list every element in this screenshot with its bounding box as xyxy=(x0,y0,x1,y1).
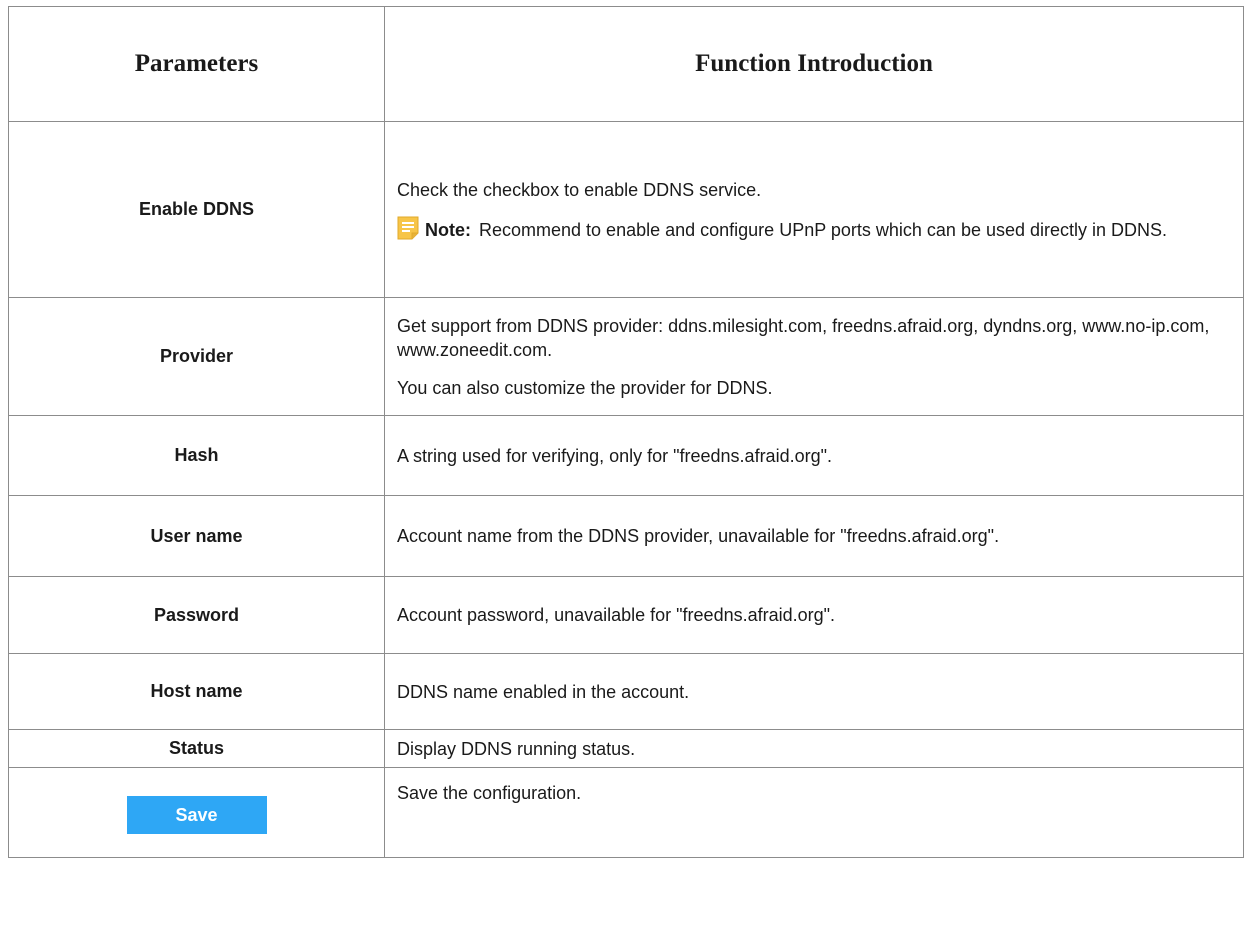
description-text: A string used for verifying, only for "f… xyxy=(397,445,832,466)
param-name: User name xyxy=(8,495,385,577)
param-name: Status xyxy=(8,729,385,768)
table-row: Host name DDNS name enabled in the accou… xyxy=(8,653,1244,730)
description-text: Display DDNS running status. xyxy=(397,738,636,759)
param-description: Account name from the DDNS provider, una… xyxy=(384,495,1244,577)
note-icon xyxy=(397,216,419,240)
param-description: DDNS name enabled in the account. xyxy=(384,653,1244,730)
table-row: Status Display DDNS running status. xyxy=(8,729,1244,768)
table-row: Hash A string used for verifying, only f… xyxy=(8,415,1244,496)
description-text: Save the configuration. xyxy=(397,783,582,803)
table-row: User name Account name from the DDNS pro… xyxy=(8,495,1244,577)
param-description: Display DDNS running status. xyxy=(384,729,1244,768)
header-parameters: Parameters xyxy=(8,6,385,122)
param-description: Check the checkbox to enable DDNS servic… xyxy=(384,121,1244,298)
param-name: Password xyxy=(8,576,385,654)
param-name: Hash xyxy=(8,415,385,496)
description-text: You can also customize the provider for … xyxy=(397,377,773,398)
description-text: DDNS name enabled in the account. xyxy=(397,681,690,702)
param-name: Save xyxy=(8,767,385,858)
table-row: Password Account password, unavailable f… xyxy=(8,576,1244,654)
description-text: Account password, unavailable for "freed… xyxy=(397,605,836,625)
param-description: Save the configuration. xyxy=(384,767,1244,858)
param-name: Enable DDNS xyxy=(8,121,385,298)
note-label: Note: xyxy=(425,219,471,240)
note-text: Recommend to enable and configure UPnP p… xyxy=(479,219,1168,240)
param-description: Account password, unavailable for "freed… xyxy=(384,576,1244,654)
header-function-introduction: Function Introduction xyxy=(384,6,1244,122)
description-text: Account name from the DDNS provider, una… xyxy=(397,526,1000,546)
save-button[interactable]: Save xyxy=(126,795,267,834)
table-row: Provider Get support from DDNS provider:… xyxy=(8,297,1244,416)
param-name: Provider xyxy=(8,297,385,416)
description-text: Check the checkbox to enable DDNS servic… xyxy=(397,179,762,200)
table-row: Enable DDNS Check the checkbox to enable… xyxy=(8,121,1244,298)
param-name: Host name xyxy=(8,653,385,730)
param-description: A string used for verifying, only for "f… xyxy=(384,415,1244,496)
note-block: Note: Recommend to enable and configure U… xyxy=(397,216,1243,242)
parameters-table: Parameters Function Introduction Enable … xyxy=(8,6,1244,858)
description-text: Get support from DDNS provider: ddns.mil… xyxy=(397,315,1210,360)
header-row: Parameters Function Introduction xyxy=(8,6,1244,122)
param-description: Get support from DDNS provider: ddns.mil… xyxy=(384,297,1244,416)
table-row: Save Save the configuration. xyxy=(8,767,1244,858)
